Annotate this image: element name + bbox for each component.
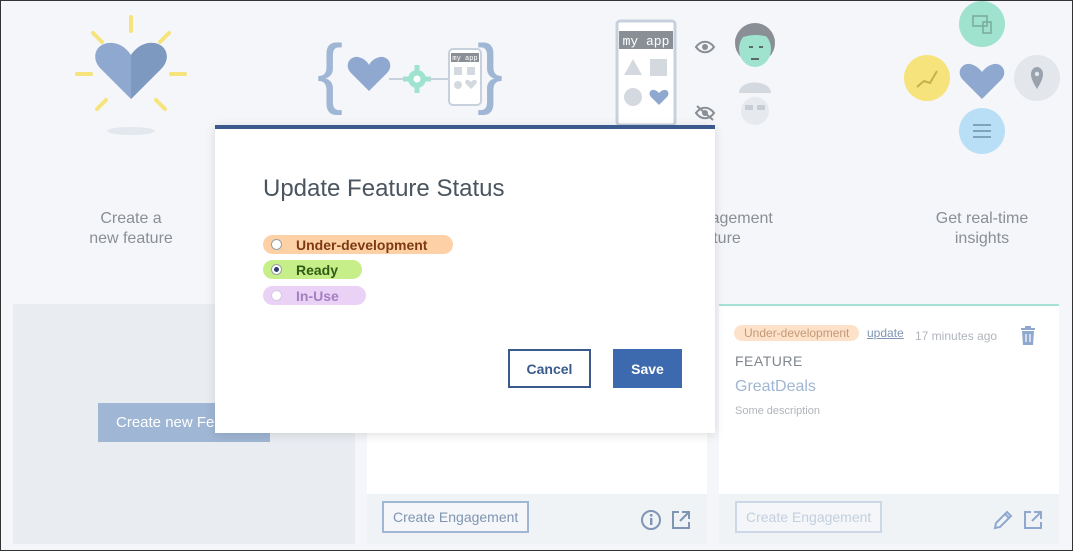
feature-description: Some description <box>735 405 820 417</box>
trash-icon[interactable] <box>1019 325 1037 347</box>
insights-illustration <box>904 1 1060 154</box>
eye-icon <box>694 40 716 54</box>
update-link[interactable]: update <box>867 326 904 340</box>
chart-icon <box>904 55 950 101</box>
pencil-icon[interactable] <box>992 509 1014 531</box>
engagement-illustration: my app <box>615 19 775 127</box>
status-option-label: Under-development <box>296 236 428 253</box>
anonymous-face-illustration <box>739 82 771 125</box>
svg-text:my app: my app <box>623 34 670 49</box>
dialog-title: Update Feature Status <box>263 175 505 202</box>
radio-button[interactable] <box>271 239 282 250</box>
feature-code-illustration: { } my app <box>317 29 503 116</box>
svg-text:my app: my app <box>452 55 477 63</box>
radio-button[interactable] <box>271 290 282 301</box>
radio-button-selected[interactable] <box>271 264 282 275</box>
user-face-illustration <box>735 23 775 67</box>
status-option-ready[interactable]: Ready <box>263 260 362 279</box>
status-option-label: Ready <box>296 261 339 278</box>
step-realtime-insights: Get real-time insights <box>935 210 1029 247</box>
external-link-icon[interactable] <box>1022 509 1044 531</box>
status-option-label: In-Use <box>296 287 339 304</box>
info-icon[interactable] <box>640 509 662 531</box>
status-option-in-use[interactable]: In-Use <box>263 286 366 305</box>
step-create-feature: Create a new feature <box>89 210 173 247</box>
save-button[interactable]: Save <box>613 349 682 388</box>
heart-icon <box>347 56 391 91</box>
heart-icon <box>959 63 1005 99</box>
status-badge: Under-development <box>734 325 860 341</box>
app-frame: { } my app my app Create a new feature e… <box>0 0 1073 551</box>
update-feature-status-dialog: Update Feature Status Under-development … <box>215 125 715 433</box>
feature-kicker: FEATURE <box>735 353 803 369</box>
status-option-under-development[interactable]: Under-development <box>263 235 453 254</box>
create-engagement-button[interactable]: Create Engagement <box>382 501 530 533</box>
eye-slash-icon <box>694 105 716 121</box>
cancel-button[interactable]: Cancel <box>508 349 591 388</box>
devices-icon <box>959 1 1005 47</box>
feature-name[interactable]: GreatDeals <box>735 378 816 396</box>
create-engagement-button-disabled[interactable]: Create Engagement <box>735 501 883 533</box>
gear-icon <box>403 65 431 93</box>
heart-idea-illustration <box>75 15 187 135</box>
svg-text:{: { <box>317 29 343 116</box>
external-link-icon[interactable] <box>670 509 692 531</box>
updated-timestamp: 17 minutes ago <box>915 329 998 343</box>
